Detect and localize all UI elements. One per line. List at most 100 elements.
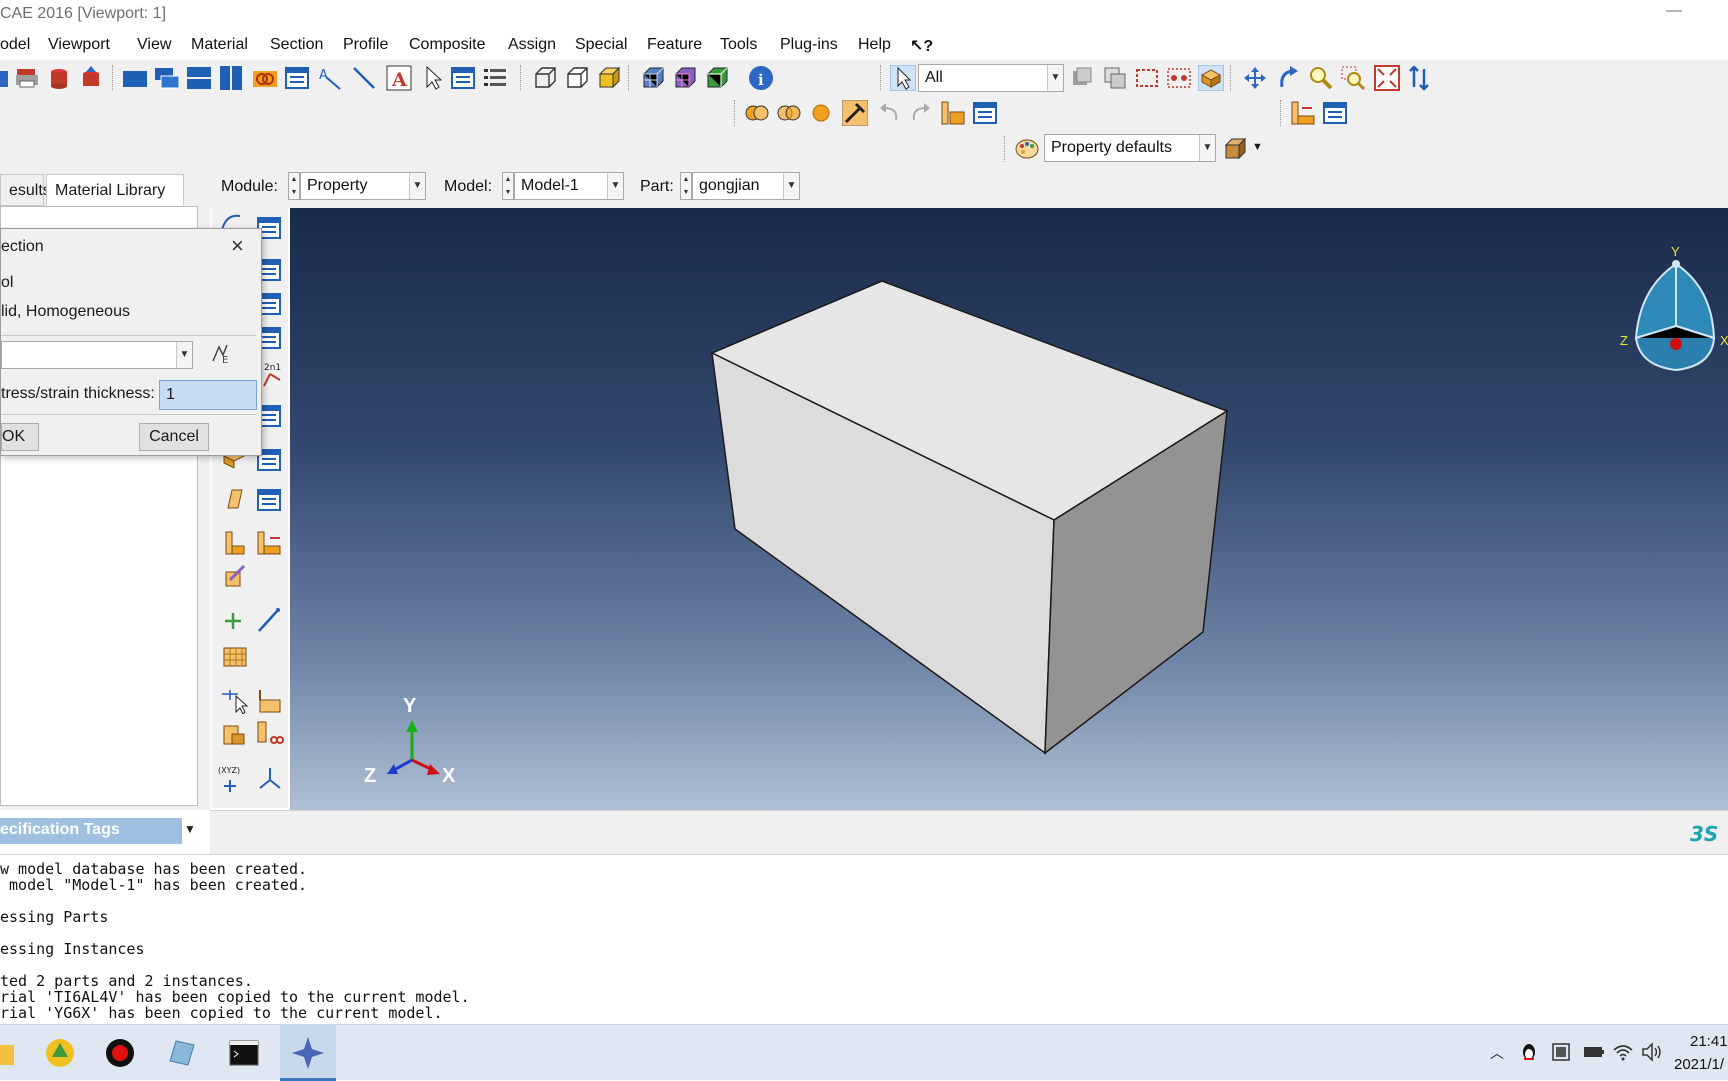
viewport-manager-icon[interactable] — [284, 65, 310, 91]
display-group-icon[interactable] — [1198, 65, 1224, 91]
chevron-down-icon[interactable]: ▼ — [1252, 141, 1263, 153]
clock-time[interactable]: 21:41 — [1690, 1033, 1728, 1050]
terminal-icon[interactable] — [224, 1033, 264, 1073]
close-icon[interactable]: × — [231, 233, 244, 259]
coordinate-system-icon[interactable]: (XYZ) — [216, 764, 250, 794]
annotation-arrow-icon[interactable]: A — [318, 65, 344, 91]
chevron-down-icon[interactable]: ▼ — [607, 173, 623, 199]
abaqus-app-icon[interactable] — [288, 1033, 328, 1073]
partition-icon[interactable] — [256, 688, 284, 714]
render-style-combo[interactable]: Property defaults ▼ — [1044, 134, 1216, 162]
battery-tray-icon[interactable] — [1582, 1041, 1606, 1063]
tray-expand-icon[interactable]: ︿ — [1490, 1043, 1504, 1063]
pan-icon[interactable] — [1242, 65, 1268, 91]
module-combo[interactable]: Property ▼ — [300, 172, 426, 200]
clock-date[interactable]: 2021/1/ — [1674, 1056, 1724, 1073]
chevron-down-icon[interactable]: ▼ — [176, 342, 192, 368]
menu-viewport[interactable]: Viewport — [48, 36, 110, 54]
beam-orientation-manager-icon[interactable] — [256, 488, 282, 512]
material-combo[interactable]: ▼ — [1, 341, 193, 369]
query-select-icon[interactable] — [218, 688, 250, 714]
qq-tray-icon[interactable] — [1518, 1041, 1540, 1063]
chevron-down-icon[interactable]: ▼ — [409, 173, 425, 199]
menu-tools[interactable]: Tools — [720, 36, 757, 54]
datum-icon[interactable] — [940, 100, 966, 126]
cycle-views-icon[interactable] — [1406, 65, 1432, 91]
selection-filter-combo[interactable]: All ▼ — [918, 64, 1064, 92]
undo-icon[interactable] — [876, 100, 902, 126]
viewport-tile-horizontal-icon[interactable] — [186, 65, 212, 91]
document-app-icon[interactable] — [162, 1033, 202, 1073]
view-compass[interactable]: Y Z X — [1620, 244, 1728, 372]
viewport-single-icon[interactable] — [122, 65, 148, 91]
zoom-icon[interactable] — [1308, 65, 1334, 91]
select-pointer-icon[interactable] — [420, 65, 446, 91]
mesh-shaded-icon[interactable] — [672, 65, 698, 91]
shaded-render-icon[interactable] — [596, 65, 622, 91]
stringer-icon[interactable] — [222, 530, 246, 556]
annotation-manager-icon[interactable] — [450, 65, 476, 91]
chevron-down-icon[interactable]: ▼ — [184, 822, 196, 836]
selection-options-icon[interactable] — [1068, 65, 1094, 91]
module-spinner[interactable]: ▲ ▼ — [288, 172, 300, 200]
color-code-cube-icon[interactable] — [1222, 136, 1248, 162]
save-database-icon[interactable] — [46, 65, 72, 91]
rotate-icon[interactable] — [1276, 65, 1302, 91]
feature-manager-icon[interactable] — [972, 100, 998, 126]
boolean-union-icon[interactable] — [744, 100, 770, 126]
part-spinner[interactable]: ▲ ▼ — [680, 172, 692, 200]
tab-results[interactable]: esults — [0, 174, 51, 206]
datum-point-icon[interactable] — [222, 610, 244, 632]
viewport-cascade-icon[interactable] — [154, 65, 180, 91]
model-spinner[interactable]: ▲ ▼ — [502, 172, 514, 200]
menu-model[interactable]: odel — [0, 36, 30, 54]
sphere-icon[interactable] — [808, 100, 834, 126]
datum-axis-icon[interactable] — [256, 606, 282, 634]
skin-icon[interactable] — [256, 530, 284, 556]
color-palette-icon[interactable] — [1014, 136, 1040, 162]
box-zoom-icon[interactable] — [1340, 65, 1366, 91]
query-info-icon[interactable]: i — [748, 65, 774, 91]
geometry-display-icon[interactable] — [704, 65, 730, 91]
orientation-icon[interactable]: 2n1 — [260, 360, 286, 390]
file-explorer-icon[interactable] — [0, 1033, 18, 1073]
list-options-icon[interactable] — [482, 65, 508, 91]
message-area[interactable]: w model database has been created. model… — [0, 854, 1728, 1024]
menu-feature[interactable]: Feature — [647, 36, 702, 54]
chevron-down-icon[interactable]: ▼ — [783, 173, 799, 199]
print-icon[interactable] — [14, 65, 40, 91]
menu-composite[interactable]: Composite — [409, 36, 485, 54]
text-annotation-icon[interactable]: A — [386, 65, 412, 91]
menu-special[interactable]: Special — [575, 36, 627, 54]
redo-icon[interactable] — [908, 100, 934, 126]
select-arrow-icon[interactable] — [890, 65, 916, 91]
triad-icon[interactable] — [256, 764, 284, 794]
select-from-viewport-icon[interactable] — [1102, 65, 1128, 91]
minimize-button[interactable]: — — [1666, 2, 1682, 20]
menu-assign[interactable]: Assign — [508, 36, 556, 54]
menu-help[interactable]: Help — [858, 36, 891, 54]
assign-section-icon[interactable] — [1290, 100, 1316, 126]
cut-icon[interactable] — [256, 720, 284, 748]
tab-material-library[interactable]: Material Library — [46, 174, 184, 206]
menu-plug-ins[interactable]: Plug-ins — [780, 36, 838, 54]
part-combo[interactable]: gongjian ▼ — [692, 172, 800, 200]
special-edit-icon[interactable] — [222, 562, 248, 590]
volume-tray-icon[interactable] — [1640, 1041, 1664, 1063]
draw-line-icon[interactable] — [352, 65, 378, 91]
wifi-tray-icon[interactable] — [1612, 1041, 1634, 1063]
keyboard-tray-icon[interactable] — [1550, 1041, 1572, 1063]
mesh-display-icon[interactable] — [640, 65, 666, 91]
chevron-down-icon[interactable]: ▼ — [1047, 65, 1063, 91]
viewport[interactable]: Y Z X Y Z X — [290, 208, 1728, 810]
media-app-icon[interactable] — [40, 1033, 80, 1073]
context-help-button[interactable]: ↖? — [910, 36, 933, 56]
boolean-intersect-icon[interactable] — [776, 100, 802, 126]
model-combo[interactable]: Model-1 ▼ — [514, 172, 624, 200]
menu-profile[interactable]: Profile — [343, 36, 388, 54]
link-viewports-icon[interactable] — [252, 65, 278, 91]
datum-plane-icon[interactable] — [222, 644, 248, 670]
specification-tags-bar[interactable]: ecification Tags — [0, 818, 182, 844]
hidden-line-render-icon[interactable] — [564, 65, 590, 91]
thickness-input[interactable]: 1 — [159, 380, 257, 410]
